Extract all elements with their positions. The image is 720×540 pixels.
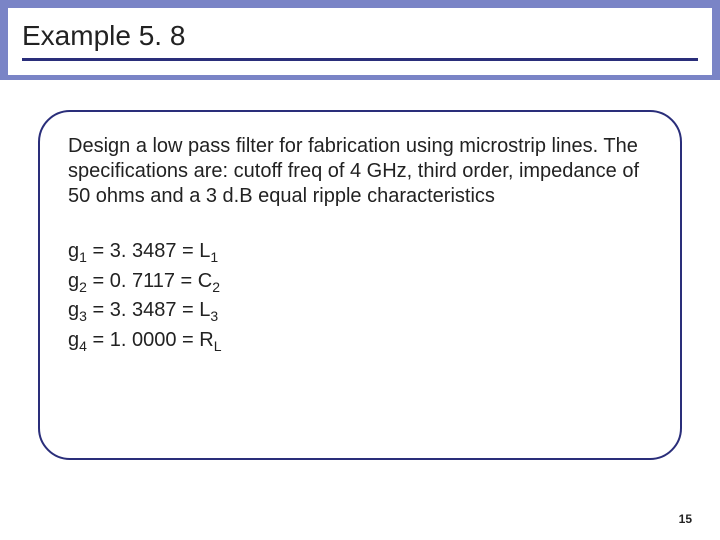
g-subscript: 2 <box>79 279 87 295</box>
equation-row: g4 = 1. 0000 = RL <box>68 328 652 356</box>
equation-list: g1 = 3. 3487 = L1 g2 = 0. 7117 = C2 g3 =… <box>68 239 652 355</box>
title-box: Example 5. 8 <box>8 8 712 75</box>
problem-description: Design a low pass filter for fabrication… <box>68 134 652 209</box>
rhs-symbol: R <box>199 329 213 351</box>
g-symbol: g <box>68 270 79 292</box>
g-subscript: 3 <box>79 308 87 324</box>
g-value: 3. 3487 <box>110 240 177 262</box>
g-value: 1. 0000 <box>110 329 177 351</box>
g-subscript: 1 <box>79 249 87 265</box>
slide-title: Example 5. 8 <box>22 20 698 52</box>
rhs-symbol: C <box>198 270 212 292</box>
rhs-subscript: 3 <box>210 308 218 324</box>
equation-row: g1 = 3. 3487 = L1 <box>68 239 652 267</box>
g-subscript: 4 <box>79 338 87 354</box>
g-symbol: g <box>68 240 79 262</box>
equation-row: g3 = 3. 3487 = L3 <box>68 298 652 326</box>
g-symbol: g <box>68 329 79 351</box>
equation-row: g2 = 0. 7117 = C2 <box>68 269 652 297</box>
rhs-symbol: L <box>199 299 210 321</box>
g-value: 3. 3487 <box>110 299 177 321</box>
page-number: 15 <box>679 512 692 526</box>
content-frame: Design a low pass filter for fabrication… <box>38 110 682 460</box>
g-symbol: g <box>68 299 79 321</box>
rhs-symbol: L <box>199 240 210 262</box>
rhs-subscript: L <box>214 338 222 354</box>
g-value: 0. 7117 <box>110 270 175 292</box>
title-underline <box>22 58 698 61</box>
rhs-subscript: 1 <box>210 249 218 265</box>
rhs-subscript: 2 <box>212 279 220 295</box>
